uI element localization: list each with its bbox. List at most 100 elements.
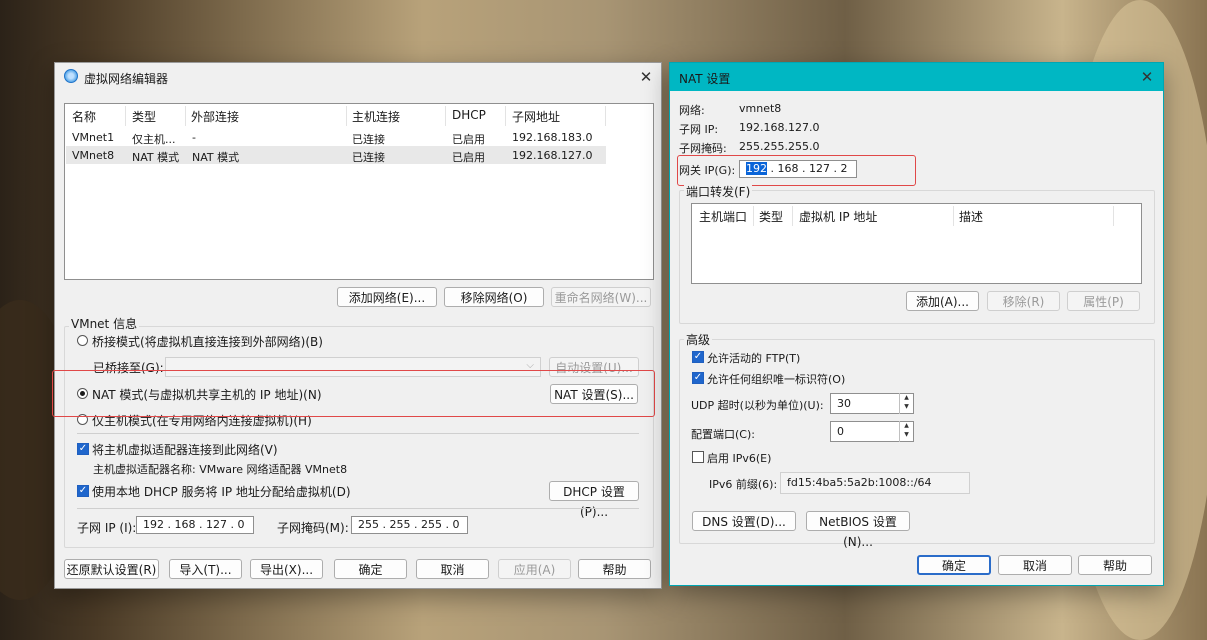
subnet-ip-label: 子网 IP: bbox=[679, 123, 719, 136]
dns-settings-button[interactable]: DNS 设置(D)... bbox=[692, 511, 796, 531]
divider bbox=[77, 433, 639, 434]
col-separator bbox=[605, 106, 606, 126]
table-row-selected[interactable]: VMnet8 NAT 模式 NAT 模式 已连接 已启用 192.168.127… bbox=[66, 146, 606, 164]
enable-ipv6-label[interactable]: 启用 IPv6(E) bbox=[707, 450, 771, 466]
apply-button[interactable]: 应用(A) bbox=[498, 559, 571, 579]
rename-network-button[interactable]: 重命名网络(W)... bbox=[551, 287, 651, 307]
col-separator bbox=[505, 106, 506, 126]
stepper-up-icon[interactable]: ▲ bbox=[900, 393, 913, 402]
subnet-mask-label: 子网掩码(M): bbox=[277, 521, 349, 535]
col-header-host-port[interactable]: 主机端口 bbox=[699, 208, 747, 225]
subnet-ip-label: 子网 IP (I): bbox=[77, 521, 137, 535]
col-separator bbox=[953, 206, 954, 226]
close-icon[interactable]: ✕ bbox=[637, 68, 655, 86]
use-dhcp-checkbox[interactable]: ✓ bbox=[77, 485, 89, 497]
col-header-name[interactable]: 名称 bbox=[72, 108, 96, 125]
vne-titlebar: 虚拟网络编辑器 ✕ bbox=[55, 63, 661, 91]
network-label: 网络: bbox=[679, 104, 705, 117]
highlight-box bbox=[52, 370, 655, 417]
subnet-ip-value: 192.168.127.0 bbox=[739, 121, 820, 134]
table-row[interactable]: VMnet1 仅主机... - 已连接 已启用 192.168.183.0 bbox=[66, 128, 606, 146]
allow-ftp-checkbox[interactable]: ✓ bbox=[692, 351, 704, 363]
col-header-dhcp[interactable]: DHCP bbox=[452, 108, 486, 122]
globe-network-icon bbox=[64, 69, 78, 83]
col-separator bbox=[185, 106, 186, 126]
row-name: VMnet1 bbox=[72, 131, 115, 144]
col-separator bbox=[125, 106, 126, 126]
bridge-mode-radio[interactable] bbox=[77, 335, 88, 346]
row-host: 已连接 bbox=[352, 133, 385, 146]
subnet-mask-value: 255.255.255.0 bbox=[739, 140, 820, 153]
subnet-mask-label: 子网掩码: bbox=[679, 142, 727, 155]
col-separator bbox=[445, 106, 446, 126]
divider bbox=[77, 508, 639, 509]
col-header-vm-ip[interactable]: 虚拟机 IP 地址 bbox=[799, 208, 877, 225]
nat-titlebar: NAT 设置 ✕ bbox=[670, 63, 1163, 91]
virtual-network-editor-window: 虚拟网络编辑器 ✕ 名称 类型 外部连接 主机连接 DHCP 子网地址 VMne… bbox=[52, 62, 662, 589]
highlight-box bbox=[677, 155, 916, 186]
add-network-button[interactable]: 添加网络(E)... bbox=[337, 287, 437, 307]
ipv6-prefix-label: IPv6 前缀(6): bbox=[709, 478, 778, 491]
config-port-label: 配置端口(C): bbox=[691, 428, 755, 441]
row-name: VMnet8 bbox=[72, 149, 115, 162]
close-icon[interactable]: ✕ bbox=[1138, 68, 1156, 86]
stepper-down-icon[interactable]: ▼ bbox=[900, 402, 913, 411]
col-separator bbox=[753, 206, 754, 226]
allow-ftp-label[interactable]: 允许活动的 FTP(T) bbox=[707, 350, 800, 366]
col-header-type[interactable]: 类型 bbox=[759, 208, 783, 225]
connect-adapter-checkbox[interactable]: ✓ bbox=[77, 443, 89, 455]
ok-button[interactable]: 确定 bbox=[334, 559, 407, 579]
allow-uid-checkbox[interactable]: ✓ bbox=[692, 372, 704, 384]
col-header-host[interactable]: 主机连接 bbox=[352, 108, 400, 125]
use-dhcp-label[interactable]: 使用本地 DHCP 服务将 IP 地址分配给虚拟机(D) bbox=[92, 483, 351, 500]
nat-settings-window: NAT 设置 ✕ 网络: vmnet8 子网 IP: 192.168.127.0… bbox=[669, 62, 1164, 586]
vne-title: 虚拟网络编辑器 bbox=[84, 72, 169, 86]
row-dhcp: 已启用 bbox=[452, 133, 485, 146]
row-type: NAT 模式 bbox=[132, 151, 180, 164]
remove-port-button[interactable]: 移除(R) bbox=[987, 291, 1060, 311]
ipv6-prefix-field: fd15:4ba5:5a2b:1008::/64 bbox=[780, 472, 970, 494]
udp-timeout-stepper[interactable]: ▲ ▼ bbox=[899, 393, 913, 414]
network-list[interactable]: 名称 类型 外部连接 主机连接 DHCP 子网地址 VMnet1 仅主机... … bbox=[64, 103, 654, 280]
row-dhcp: 已启用 bbox=[452, 151, 485, 164]
bridge-mode-label[interactable]: 桥接模式(将虚拟机直接连接到外部网络)(B) bbox=[92, 333, 323, 350]
cancel-button[interactable]: 取消 bbox=[998, 555, 1072, 575]
col-header-subnet[interactable]: 子网地址 bbox=[512, 108, 560, 125]
subnet-ip-field[interactable]: 192 . 168 . 127 . 0 bbox=[136, 516, 254, 534]
udp-timeout-label: UDP 超时(以秒为单位)(U): bbox=[691, 399, 824, 412]
subnet-mask-field[interactable]: 255 . 255 . 255 . 0 bbox=[351, 516, 468, 534]
row-subnet: 192.168.183.0 bbox=[512, 131, 593, 144]
col-header-desc[interactable]: 描述 bbox=[959, 208, 983, 225]
stepper-down-icon[interactable]: ▼ bbox=[900, 430, 913, 439]
row-subnet: 192.168.127.0 bbox=[512, 149, 593, 162]
help-button[interactable]: 帮助 bbox=[578, 559, 651, 579]
col-header-external[interactable]: 外部连接 bbox=[191, 108, 239, 125]
vmnet-info-label: VMnet 信息 bbox=[69, 315, 140, 332]
col-header-type[interactable]: 类型 bbox=[132, 108, 156, 125]
ok-button[interactable]: 确定 bbox=[917, 555, 991, 575]
remove-network-button[interactable]: 移除网络(O) bbox=[444, 287, 544, 307]
allow-uid-label[interactable]: 允许任何组织唯一标识符(O) bbox=[707, 371, 845, 387]
restore-default-button[interactable]: 还原默认设置(R) bbox=[64, 559, 159, 579]
export-button[interactable]: 导出(X)... bbox=[250, 559, 323, 579]
network-value: vmnet8 bbox=[739, 102, 782, 115]
advanced-label: 高级 bbox=[684, 331, 713, 348]
connect-adapter-label[interactable]: 将主机虚拟适配器连接到此网络(V) bbox=[92, 441, 278, 458]
import-button[interactable]: 导入(T)... bbox=[169, 559, 242, 579]
adapter-name-text: 主机虚拟适配器名称: VMware 网络适配器 VMnet8 bbox=[93, 463, 348, 476]
config-port-stepper[interactable]: ▲ ▼ bbox=[899, 421, 913, 442]
help-button[interactable]: 帮助 bbox=[1078, 555, 1152, 575]
col-separator bbox=[1113, 206, 1114, 226]
row-type: 仅主机... bbox=[132, 133, 176, 146]
dhcp-settings-button[interactable]: DHCP 设置(P)... bbox=[549, 481, 639, 519]
stepper-up-icon[interactable]: ▲ bbox=[900, 421, 913, 430]
port-forward-list[interactable]: 主机端口 类型 虚拟机 IP 地址 描述 bbox=[691, 203, 1142, 284]
row-host: 已连接 bbox=[352, 151, 385, 164]
properties-button[interactable]: 属性(P) bbox=[1067, 291, 1140, 311]
cancel-button[interactable]: 取消 bbox=[416, 559, 489, 579]
enable-ipv6-checkbox[interactable] bbox=[692, 451, 704, 463]
col-separator bbox=[346, 106, 347, 126]
netbios-settings-button[interactable]: NetBIOS 设置(N)... bbox=[806, 511, 910, 549]
add-port-button[interactable]: 添加(A)... bbox=[906, 291, 979, 311]
port-forward-label: 端口转发(F) bbox=[684, 183, 753, 200]
